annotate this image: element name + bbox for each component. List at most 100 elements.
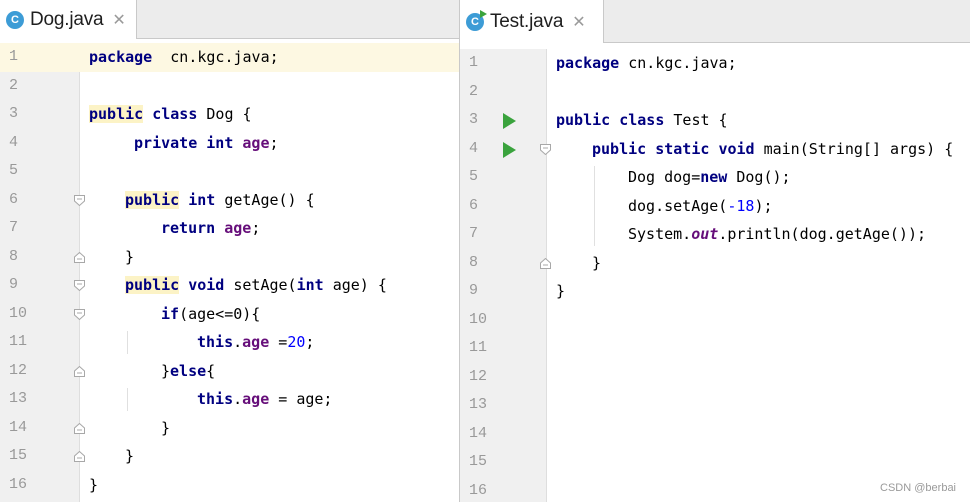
code-line[interactable]: 7 System.out.println(dog.getAge());	[460, 220, 970, 249]
code-text: private int age;	[125, 129, 279, 158]
fold-open-icon[interactable]	[74, 194, 85, 206]
code-token: 20	[287, 333, 306, 351]
code-line[interactable]: 13 this.age = age;	[0, 385, 459, 414]
code-token: Dog dog=	[628, 168, 701, 186]
code-editor[interactable]: 1 package cn.kgc.java; 2 3 public class Dog …	[0, 43, 459, 502]
code-line[interactable]: 13	[460, 391, 970, 420]
code-text: dog.setAge(-18);	[628, 192, 773, 221]
code-token: Test {	[664, 111, 728, 129]
code-line[interactable]: 2	[460, 78, 970, 107]
line-number: 11	[9, 333, 28, 350]
code-line[interactable]: 1 package cn.kgc.java;	[0, 43, 459, 72]
fold-open-icon[interactable]	[540, 143, 551, 155]
tab-dog-java[interactable]: C Dog.java ✕	[0, 0, 137, 39]
code-token: age	[242, 133, 270, 152]
code-line[interactable]: 1 package cn.kgc.java;	[460, 49, 970, 78]
code-token: main(String[] args) {	[754, 139, 954, 158]
code-line[interactable]: 10	[460, 306, 970, 335]
line-number: 7	[469, 225, 479, 242]
code-line[interactable]: 9}	[460, 277, 970, 306]
code-token: else	[170, 361, 207, 380]
code-text: if(age<=0){	[161, 300, 260, 329]
line-number: 13	[469, 396, 488, 413]
code-token: {	[206, 361, 216, 380]
code-token: public	[89, 105, 144, 123]
line-number: 15	[469, 453, 488, 470]
line-number: 3	[469, 111, 479, 128]
code-token: .println(dog.getAge());	[718, 225, 927, 243]
code-token: }	[125, 447, 135, 465]
code-line[interactable]: 9 public void setAge(int age) {	[0, 271, 459, 300]
line-number: 5	[9, 162, 19, 179]
code-token: static	[655, 139, 710, 158]
line-number: 4	[9, 133, 19, 151]
run-gutter-icon[interactable]	[503, 141, 516, 158]
code-token: Dog();	[727, 168, 791, 186]
line-number: 15	[9, 447, 28, 464]
fold-close-icon[interactable]	[74, 251, 85, 263]
code-line[interactable]: 4 public static void main(String[] args) …	[460, 135, 970, 164]
code-editor[interactable]: 1 package cn.kgc.java; 2 3 public class Test…	[460, 49, 970, 502]
close-icon[interactable]: ✕	[572, 12, 585, 32]
code-line[interactable]: 5	[0, 157, 459, 186]
code-line[interactable]: 12	[460, 363, 970, 392]
code-line[interactable]: 12}else{	[0, 357, 459, 386]
fold-close-icon[interactable]	[540, 257, 551, 269]
code-line[interactable]: 11	[460, 334, 970, 363]
code-line[interactable]: 7 return age;	[0, 214, 459, 243]
code-text: }	[161, 414, 170, 443]
code-line[interactable]: 2	[0, 72, 459, 101]
line-number: 5	[469, 168, 479, 185]
line-number: 11	[469, 339, 488, 356]
code-line[interactable]: 4 private int age;	[0, 129, 459, 158]
code-token: this	[197, 333, 234, 351]
fold-close-icon[interactable]	[74, 422, 85, 434]
code-token: }	[125, 247, 135, 266]
line-number: 16	[469, 481, 488, 499]
code-line[interactable]: 15}	[0, 442, 459, 471]
code-token: getAge() {	[215, 190, 315, 209]
code-line[interactable]: 15	[460, 448, 970, 477]
line-number: 6	[469, 196, 479, 214]
code-token: age	[242, 390, 270, 408]
line-number: 13	[9, 390, 28, 407]
code-text: public static void main(String[] args) {	[592, 135, 953, 164]
code-token: }	[592, 253, 602, 272]
code-line[interactable]: 11 this.age =20;	[0, 328, 459, 357]
code-line[interactable]: 8}	[0, 243, 459, 272]
code-token: }	[161, 361, 171, 380]
code-line[interactable]: 6 dog.setAge(-18);	[460, 192, 970, 221]
run-gutter-icon[interactable]	[503, 113, 516, 129]
code-token: ;	[269, 133, 279, 152]
fold-close-icon[interactable]	[74, 365, 85, 377]
code-token: new	[700, 168, 728, 186]
code-line[interactable]: 10 if(age<=0){	[0, 300, 459, 329]
editor-pane-dog: C Dog.java ✕ 1 package cn.kgc.java; 2 3 publ…	[0, 0, 459, 502]
code-line[interactable]: 14	[460, 420, 970, 449]
code-text: package cn.kgc.java;	[89, 43, 279, 72]
code-text: System.out.println(dog.getAge());	[628, 220, 926, 249]
tab-test-java[interactable]: C Test.java ✕	[460, 0, 604, 43]
code-token: }	[161, 418, 171, 437]
code-line[interactable]: 5 Dog dog=new Dog();	[460, 163, 970, 192]
fold-close-icon[interactable]	[74, 451, 85, 462]
line-number: 16	[9, 475, 28, 493]
line-number: 10	[469, 310, 488, 328]
line-number: 8	[469, 253, 479, 271]
fold-open-icon[interactable]	[74, 308, 85, 320]
code-line[interactable]: 6 public int getAge() {	[0, 186, 459, 215]
code-text: }else{	[161, 357, 215, 386]
line-number: 2	[9, 76, 19, 94]
line-number: 2	[469, 82, 479, 100]
code-line[interactable]: 3 public class Test {	[460, 106, 970, 135]
code-token: public	[556, 111, 611, 129]
indent-guide	[594, 166, 595, 246]
code-line[interactable]: 14}	[0, 414, 459, 443]
close-icon[interactable]: ✕	[112, 10, 125, 30]
code-line[interactable]: 16}	[0, 471, 459, 500]
code-line[interactable]: 3 public class Dog {	[0, 100, 459, 129]
fold-open-icon[interactable]	[74, 280, 85, 291]
code-token: System.	[628, 225, 692, 243]
code-line[interactable]: 8}	[460, 249, 970, 278]
